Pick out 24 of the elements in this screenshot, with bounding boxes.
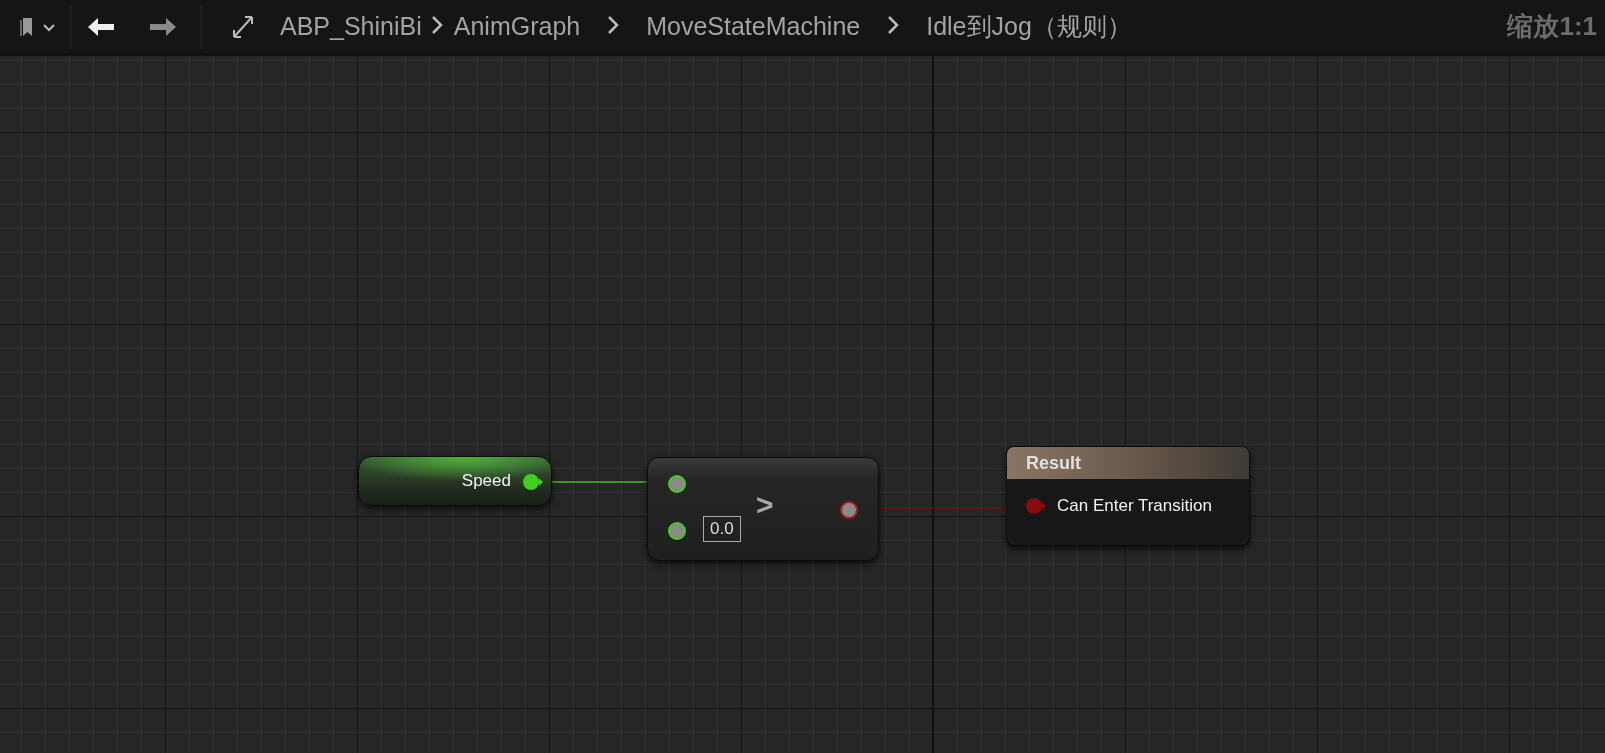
bookmark-icon — [20, 15, 56, 38]
breadcrumb[interactable]: Idle到Jog（规则） — [922, 10, 1136, 43]
input-pin[interactable] — [1025, 497, 1047, 515]
variable-node[interactable]: Speed — [358, 456, 552, 506]
back-arrow-icon — [86, 15, 116, 38]
output-pin[interactable] — [840, 501, 858, 519]
node-title: Result — [1026, 452, 1081, 474]
pin-label: Can Enter Transition — [1057, 496, 1212, 516]
breadcrumb[interactable]: AnimGraph — [449, 12, 585, 41]
operator-label: > — [756, 488, 774, 522]
chevron-icon — [886, 13, 901, 36]
node-label: Speed — [461, 471, 511, 491]
chevron-icon — [606, 13, 621, 36]
breadcrumb[interactable]: ABP_ShiniBi — [276, 12, 426, 41]
result-node[interactable]: Result Can Enter Transition — [1006, 446, 1250, 546]
compare-node[interactable]: 0.0 > — [647, 457, 879, 561]
breadcrumb[interactable]: MoveStateMachine — [642, 12, 865, 41]
forward-arrow-icon — [148, 15, 178, 38]
input-pin[interactable] — [668, 522, 686, 540]
chevron-icon — [429, 13, 444, 36]
value-field[interactable]: 0.0 — [703, 516, 741, 542]
output-pin[interactable] — [522, 473, 544, 491]
zoom-label: 缩放1:1 — [1507, 10, 1597, 43]
input-pin[interactable] — [668, 475, 686, 493]
